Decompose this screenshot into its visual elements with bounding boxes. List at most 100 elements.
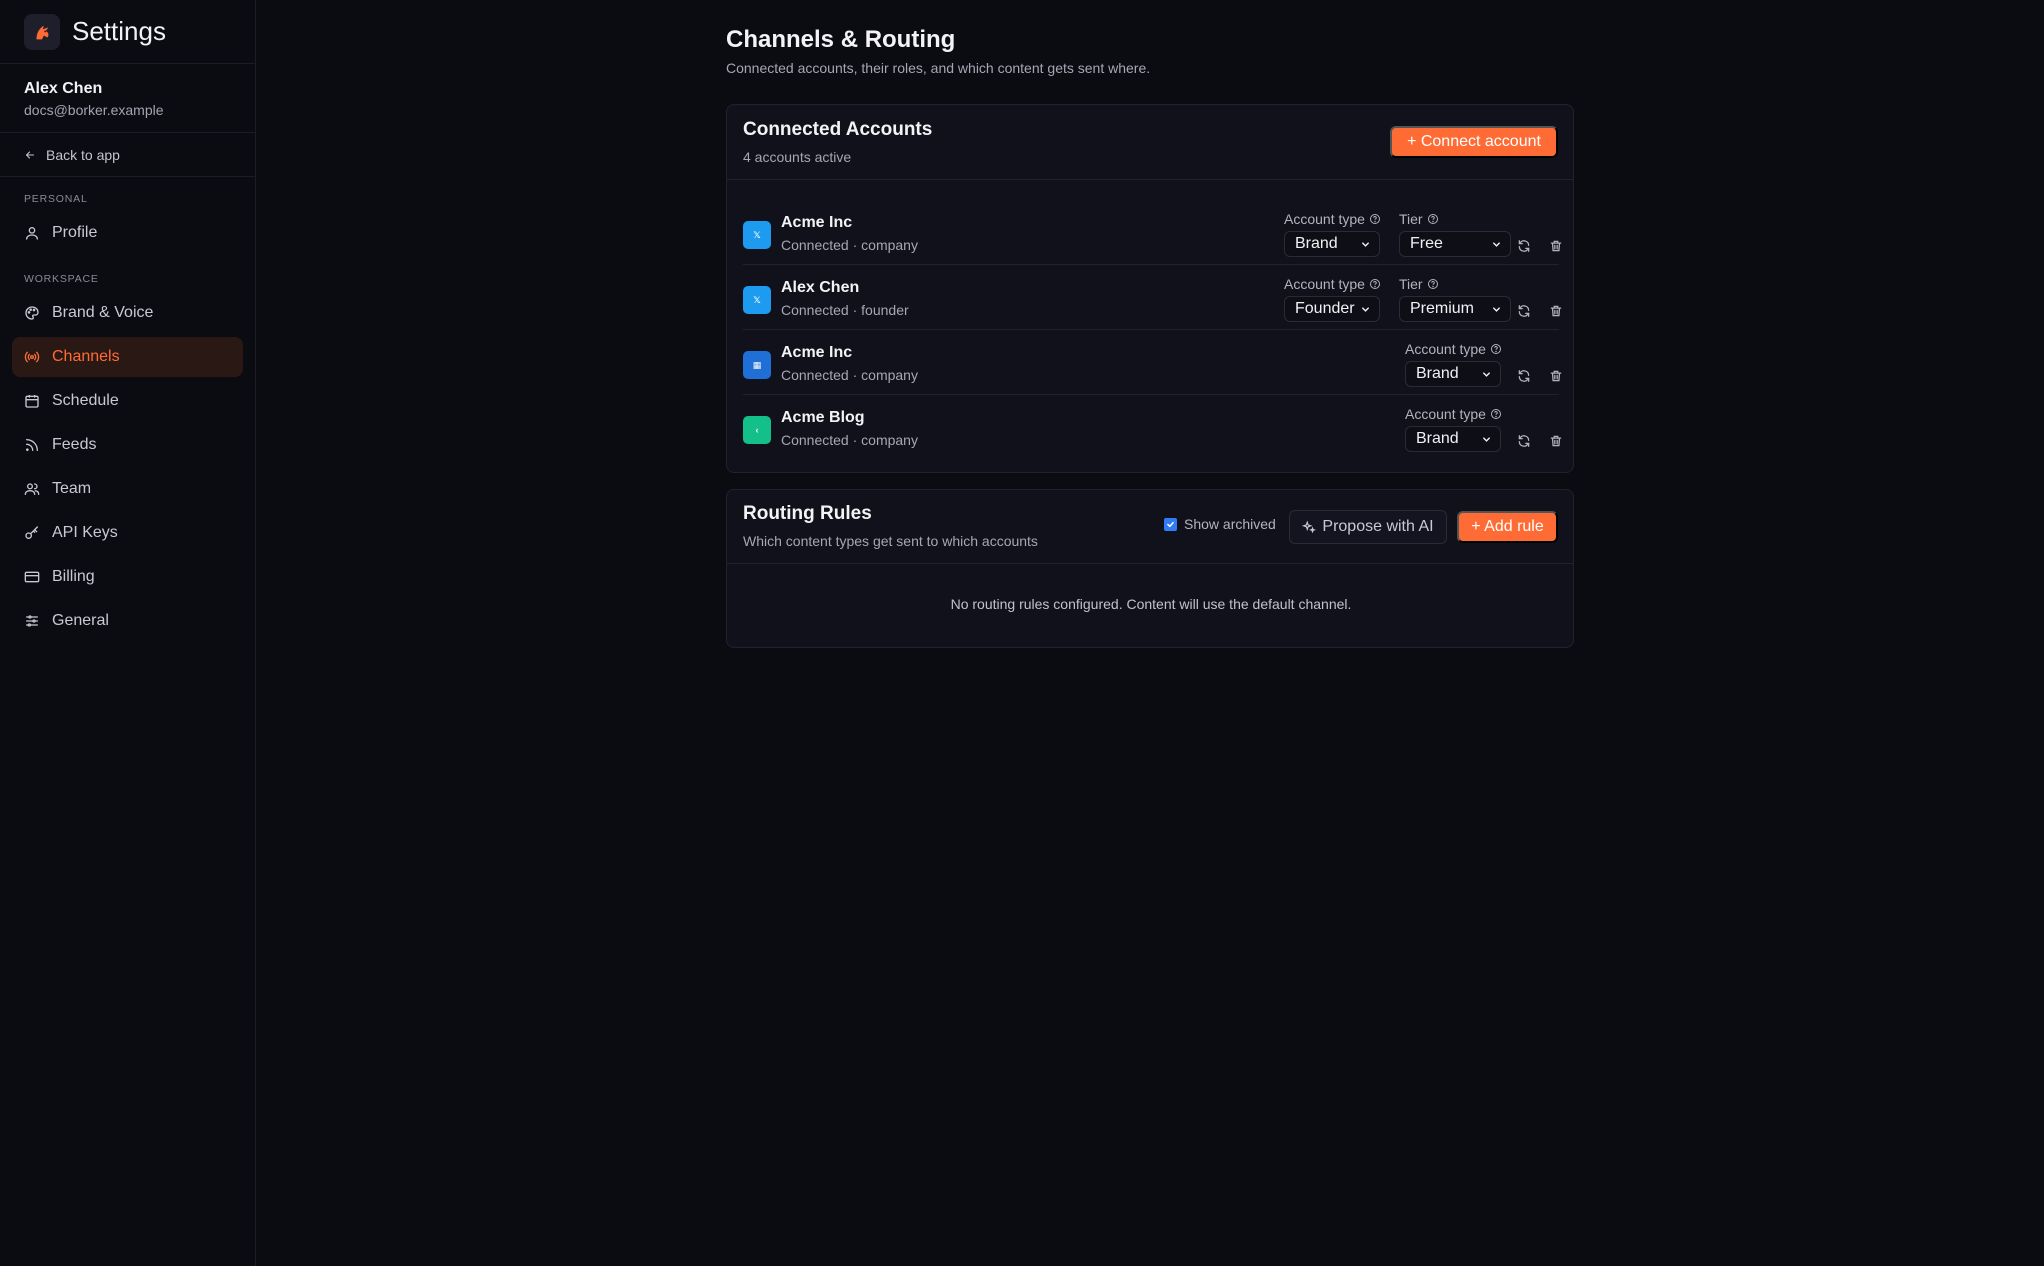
refresh-icon [1518, 240, 1530, 252]
add-rule-button[interactable]: + Add rule [1457, 511, 1558, 543]
sidebar-item-label: Brand & Voice [52, 304, 154, 321]
account-row: ▦ Acme Inc Connected · company Account t… [743, 331, 1562, 395]
app-logo-icon [24, 13, 60, 50]
help-circle-icon[interactable] [1490, 408, 1502, 420]
delete-button[interactable] [1548, 238, 1564, 254]
delete-button[interactable] [1548, 303, 1564, 319]
user-info: Alex Chen docs@borker.example [0, 64, 255, 133]
chevron-down-icon [1493, 242, 1500, 247]
tier-label: Tier [1399, 276, 1439, 292]
help-circle-icon[interactable] [1427, 278, 1439, 290]
user-icon [26, 227, 38, 240]
account-name: Acme Inc [781, 344, 853, 361]
back-to-app-link[interactable]: Back to app [0, 133, 255, 177]
tier-select[interactable]: Free [1399, 231, 1511, 257]
trash-icon [1550, 435, 1562, 447]
account-type-value: Brand [1295, 235, 1338, 252]
routing-rules-empty-state: No routing rules configured. Content wil… [950, 596, 1352, 612]
account-type-value: Brand [1416, 365, 1459, 382]
routing-rules-title: Routing Rules [743, 503, 872, 524]
refresh-icon [1518, 435, 1530, 447]
help-circle-icon[interactable] [1369, 278, 1381, 290]
account-type-label-text: Account type [1284, 211, 1365, 227]
account-row: ‹ Acme Blog Connected · company Account … [743, 396, 1562, 460]
connect-account-button[interactable]: + Connect account [1390, 126, 1558, 158]
sidebar-item-label: General [52, 612, 109, 629]
sidebar-item-schedule[interactable]: Schedule [12, 381, 243, 421]
tier-select[interactable]: Premium [1399, 296, 1511, 322]
refresh-button[interactable] [1516, 238, 1532, 254]
user-name: Alex Chen [24, 80, 103, 97]
page-subtitle: Connected accounts, their roles, and whi… [726, 60, 1151, 76]
chevron-down-icon [1483, 372, 1490, 377]
sidebar-item-api-keys[interactable]: API Keys [12, 513, 243, 553]
refresh-button[interactable] [1516, 368, 1532, 384]
x-icon: 𝕏 [743, 286, 771, 314]
account-type-label-text: Account type [1405, 341, 1486, 357]
account-name: Acme Blog [781, 409, 865, 426]
sidebar-item-feeds[interactable]: Feeds [12, 425, 243, 465]
chevron-down-icon [1483, 437, 1490, 442]
sidebar-item-label: Team [52, 480, 92, 497]
sidebar-item-label: API Keys [52, 524, 118, 541]
help-circle-icon[interactable] [1490, 343, 1502, 355]
tier-value: Free [1410, 235, 1443, 252]
sidebar-item-team[interactable]: Team [12, 469, 243, 509]
account-type-select[interactable]: Brand [1405, 426, 1501, 452]
account-row: 𝕏 Acme Inc Connected · company Account t… [743, 201, 1562, 265]
x-icon: 𝕏 [743, 221, 771, 249]
account-type-label: Account type [1405, 341, 1502, 357]
trash-icon [1550, 370, 1562, 382]
sidebar-item-general[interactable]: General [12, 601, 243, 641]
app-title: Settings [72, 16, 166, 46]
routing-rules-card: Routing Rules Which content types get se… [726, 489, 1574, 648]
tier-label-text: Tier [1399, 211, 1423, 227]
account-type-select[interactable]: Founder [1284, 296, 1380, 322]
connected-accounts-count: 4 accounts active [743, 149, 852, 165]
palette-icon [25, 306, 39, 320]
refresh-button[interactable] [1516, 303, 1532, 319]
account-type-label: Account type [1405, 406, 1502, 422]
sidebar: Settings Alex Chen docs@borker.example B… [0, 0, 256, 1266]
account-status: Connected · founder [781, 302, 909, 318]
sidebar-header: Settings [0, 0, 255, 64]
sidebar-item-profile[interactable]: Profile [12, 213, 243, 253]
chevron-down-icon [1362, 307, 1369, 312]
delete-button[interactable] [1548, 433, 1564, 449]
checkbox-checked-icon[interactable] [1164, 517, 1177, 531]
show-archived-label: Show archived [1184, 516, 1276, 532]
tier-label: Tier [1399, 211, 1439, 227]
page-title: Channels & Routing [726, 26, 956, 53]
account-type-select[interactable]: Brand [1405, 361, 1501, 387]
connected-accounts-title: Connected Accounts [743, 119, 933, 140]
refresh-button[interactable] [1516, 433, 1532, 449]
account-name: Alex Chen [781, 279, 860, 296]
sidebar-item-brand-voice[interactable]: Brand & Voice [12, 293, 243, 333]
calendar-icon [25, 395, 39, 408]
help-circle-icon[interactable] [1369, 213, 1381, 225]
account-type-select[interactable]: Brand [1284, 231, 1380, 257]
account-status: Connected · company [781, 432, 918, 448]
show-archived-toggle[interactable]: Show archived [1164, 516, 1276, 532]
help-circle-icon[interactable] [1427, 213, 1439, 225]
propose-with-ai-label: Propose with AI [1322, 518, 1434, 535]
arrow-left-icon [25, 150, 35, 159]
refresh-icon [1518, 305, 1530, 317]
credit-card-icon [24, 571, 40, 583]
sidebar-item-billing[interactable]: Billing [12, 557, 243, 597]
connected-accounts-card: Connected Accounts 4 accounts active + C… [726, 104, 1574, 473]
chevron-down-icon [1493, 307, 1500, 312]
account-status: Connected · company [781, 367, 918, 383]
account-type-label-text: Account type [1284, 276, 1365, 292]
propose-with-ai-button[interactable]: Propose with AI [1289, 510, 1447, 544]
sidebar-item-label: Feeds [52, 436, 97, 453]
blog-icon: ‹ [743, 416, 771, 444]
key-icon [25, 526, 38, 539]
section-label-personal: PERSONAL [24, 193, 88, 205]
tier-value: Premium [1410, 300, 1475, 317]
delete-button[interactable] [1548, 368, 1564, 384]
routing-rules-header: Routing Rules Which content types get se… [727, 490, 1573, 564]
linkedin-icon: ▦ [743, 351, 771, 379]
sidebar-item-channels[interactable]: Channels [12, 337, 243, 377]
account-type-label-text: Account type [1405, 406, 1486, 422]
